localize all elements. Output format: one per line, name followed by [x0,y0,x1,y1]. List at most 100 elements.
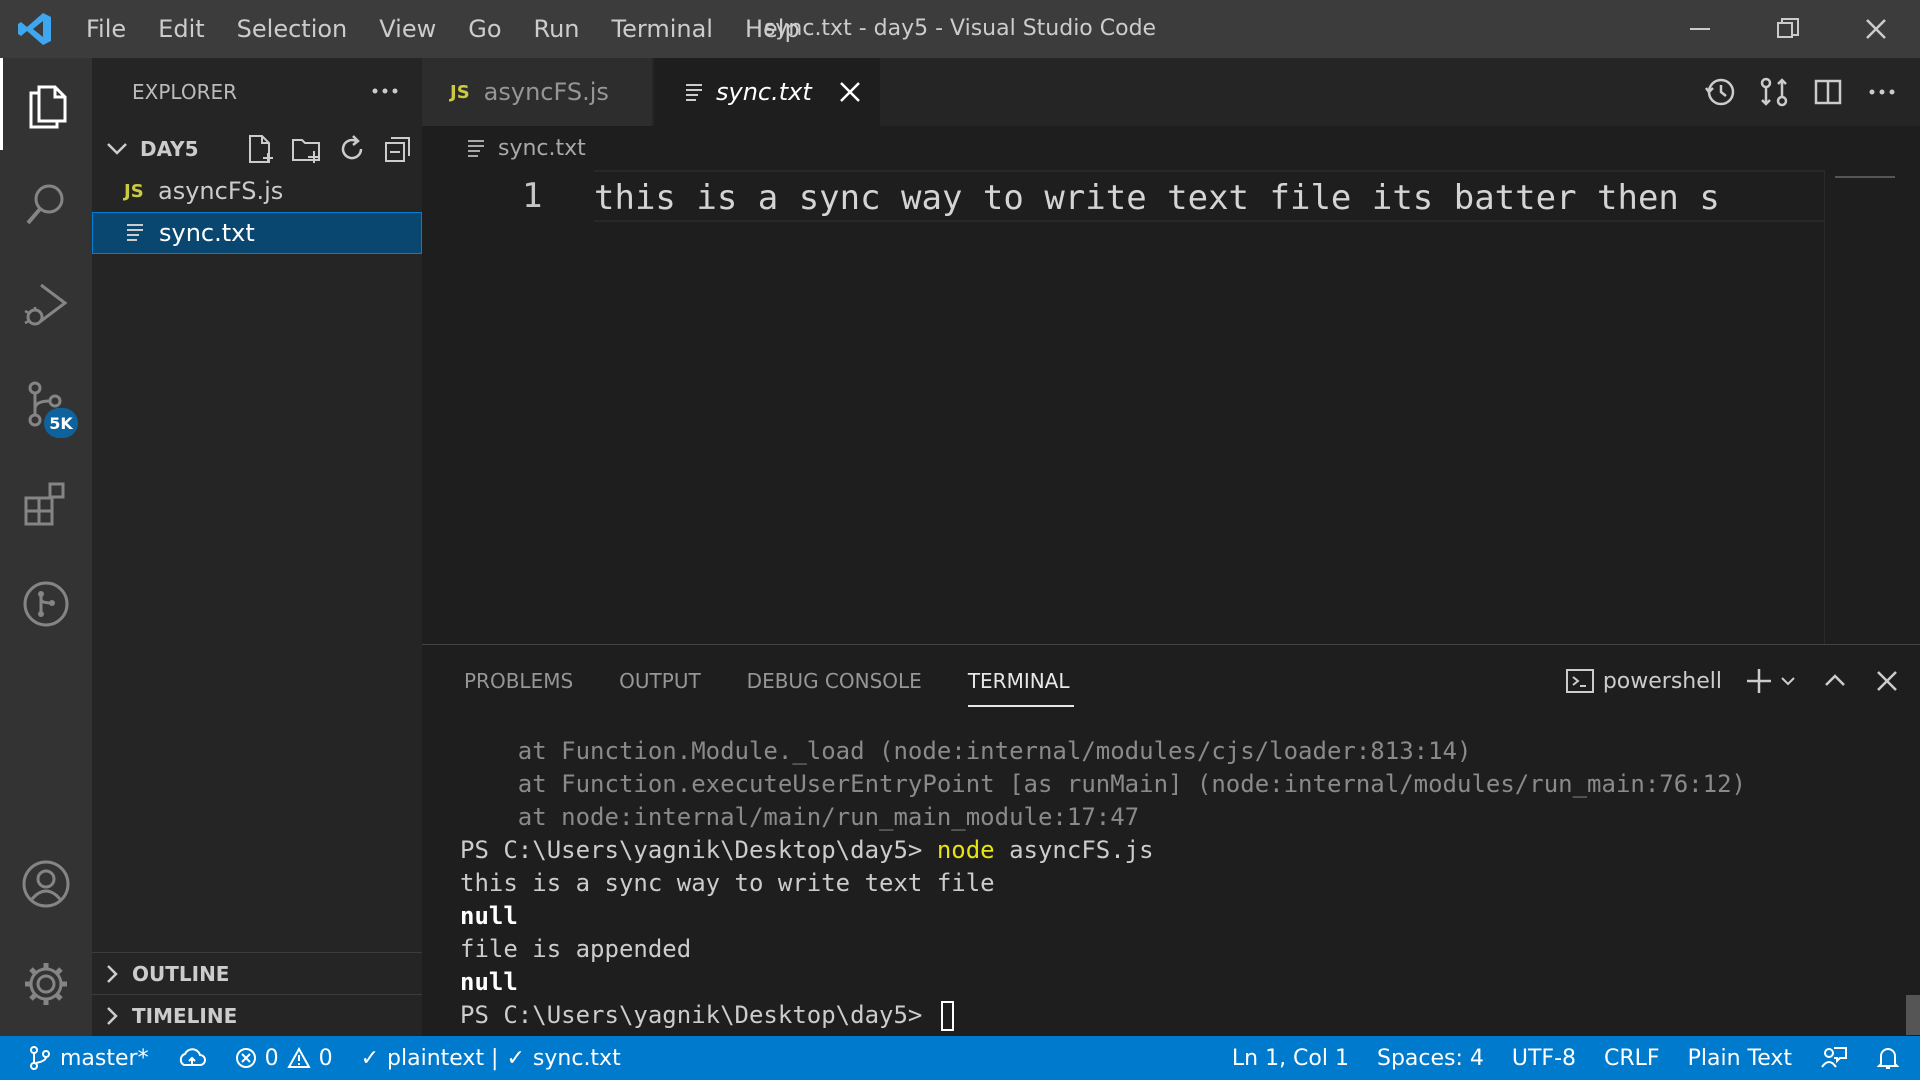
tab-close-button[interactable] [836,78,864,112]
tab-problems[interactable]: PROBLEMS [464,645,573,717]
lint-status[interactable]: ✓ plaintext | ✓ sync.txt [347,1036,635,1080]
bottom-panel: PROBLEMS OUTPUT DEBUG CONSOLE TERMINAL p… [422,644,1920,1036]
terminal-command-line: PS C:\Users\yagnik\Desktop\day5> node as… [460,834,1890,867]
language-mode[interactable]: Plain Text [1674,1036,1806,1080]
terminal-input-line[interactable]: PS C:\Users\yagnik\Desktop\day5> [460,999,1890,1032]
tab-output[interactable]: OUTPUT [619,645,701,717]
menu-view[interactable]: View [363,0,452,58]
file-item-sync-txt[interactable]: sync.txt [92,212,422,254]
open-changes-icon[interactable] [1758,76,1790,108]
bell-icon [1876,1048,1900,1069]
branch-name: master* [60,1045,149,1071]
chevron-right-icon [107,1006,118,1025]
git-graph-activity-button[interactable] [0,558,92,650]
terminal-selector[interactable]: powershell [1565,666,1722,696]
split-editor-icon[interactable] [1812,76,1844,108]
terminal-line: null [460,902,518,930]
files-icon [29,85,66,129]
code-line[interactable]: this is a sync way to write text file it… [594,170,1824,222]
branch-status[interactable]: master* [0,1036,163,1080]
refresh-icon[interactable] [336,133,368,165]
text-file-icon [468,140,484,157]
menu-go[interactable]: Go [452,0,517,58]
terminal-line: null [460,968,518,996]
notifications-button[interactable] [1862,1036,1920,1080]
sync-status[interactable] [163,1036,221,1080]
warning-icon [286,1047,311,1068]
extensions-activity-button[interactable] [0,458,92,550]
extensions-icon [24,482,65,526]
manage-activity-button[interactable] [0,938,92,1030]
search-activity-button[interactable] [0,158,92,250]
new-file-icon[interactable] [244,133,276,165]
terminal-args: asyncFS.js [994,836,1154,864]
collapse-all-icon[interactable] [382,133,414,165]
shell-name: powershell [1602,668,1722,694]
plus-icon [1747,669,1771,693]
terminal-output[interactable]: at Function.Module._load (node:internal/… [460,735,1890,1032]
source-control-activity-button[interactable]: 5K [0,358,92,450]
menu-help[interactable]: Help [729,0,816,58]
file-item-asyncfs[interactable]: JS asyncFS.js [92,170,422,212]
sidebar-more-button[interactable] [370,76,400,110]
tab-sync-txt[interactable]: sync.txt [654,58,880,126]
menu-file[interactable]: File [70,0,142,58]
explorer-activity-button[interactable] [0,58,92,150]
run-debug-activity-button[interactable] [0,258,92,350]
feedback-icon [1821,1047,1847,1068]
close-icon [1866,19,1886,39]
tab-terminal[interactable]: TERMINAL [967,645,1074,717]
warning-count: 0 [318,1045,333,1071]
feedback-button[interactable] [1806,1036,1862,1080]
close-icon [840,82,860,102]
menu-run[interactable]: Run [518,0,596,58]
history-icon[interactable] [1704,76,1736,108]
restore-button[interactable] [1744,0,1832,58]
close-window-button[interactable] [1832,0,1920,58]
outline-section[interactable]: OUTLINE [92,952,422,994]
terminal-scrollbar[interactable] [1906,995,1920,1035]
menu-terminal[interactable]: Terminal [596,0,729,58]
indentation-status[interactable]: Spaces: 4 [1363,1036,1498,1080]
lint-file: sync.txt [532,1045,621,1071]
eol-status[interactable]: CRLF [1590,1036,1674,1080]
source-control-badge: 5K [44,408,78,438]
encoding-status[interactable]: UTF-8 [1498,1036,1590,1080]
panel-actions: powershell [1565,645,1902,717]
vscode-logo-icon [0,0,70,58]
breadcrumb-file[interactable]: sync.txt [498,136,586,161]
chevron-down-icon[interactable] [1778,671,1798,691]
accounts-activity-button[interactable] [0,838,92,930]
status-bar: master* 0 0 ✓ plaintext | ✓ sync.txt Ln … [0,1036,1920,1080]
text-file-icon [125,219,159,247]
restore-icon [1777,18,1799,38]
code-editor[interactable]: 1 this is a sync way to write text file … [422,170,1920,644]
window-controls [1656,0,1920,58]
breadcrumb[interactable]: sync.txt [422,126,1920,170]
new-terminal-button[interactable] [1744,666,1798,696]
cursor-position[interactable]: Ln 1, Col 1 [1218,1036,1363,1080]
outline-label: OUTLINE [132,961,230,986]
search-icon [26,184,64,225]
problems-status[interactable]: 0 0 [221,1036,347,1080]
error-icon [235,1048,256,1068]
minimize-button[interactable] [1656,0,1744,58]
timeline-label: TIMELINE [132,1003,238,1028]
minimap[interactable] [1824,170,1920,644]
close-panel-icon[interactable] [1872,666,1902,696]
folder-header[interactable]: DAY5 [92,128,422,170]
sidebar-title: EXPLORER [132,80,237,104]
chevron-down-icon [107,143,127,155]
maximize-panel-icon[interactable] [1820,666,1850,696]
gear-icon [25,963,67,1005]
javascript-file-icon: JS [450,81,470,103]
menu-edit[interactable]: Edit [142,0,220,58]
lint-language: plaintext | [387,1045,499,1071]
new-folder-icon[interactable] [290,133,322,165]
timeline-section[interactable]: TIMELINE [92,994,422,1036]
terminal-line: at Function.executeUserEntryPoint [as ru… [460,770,1746,798]
ellipsis-icon[interactable] [1866,76,1898,108]
tab-debug-console[interactable]: DEBUG CONSOLE [747,645,922,717]
menu-selection[interactable]: Selection [221,0,364,58]
tab-asyncfs[interactable]: JS asyncFS.js [422,58,652,126]
